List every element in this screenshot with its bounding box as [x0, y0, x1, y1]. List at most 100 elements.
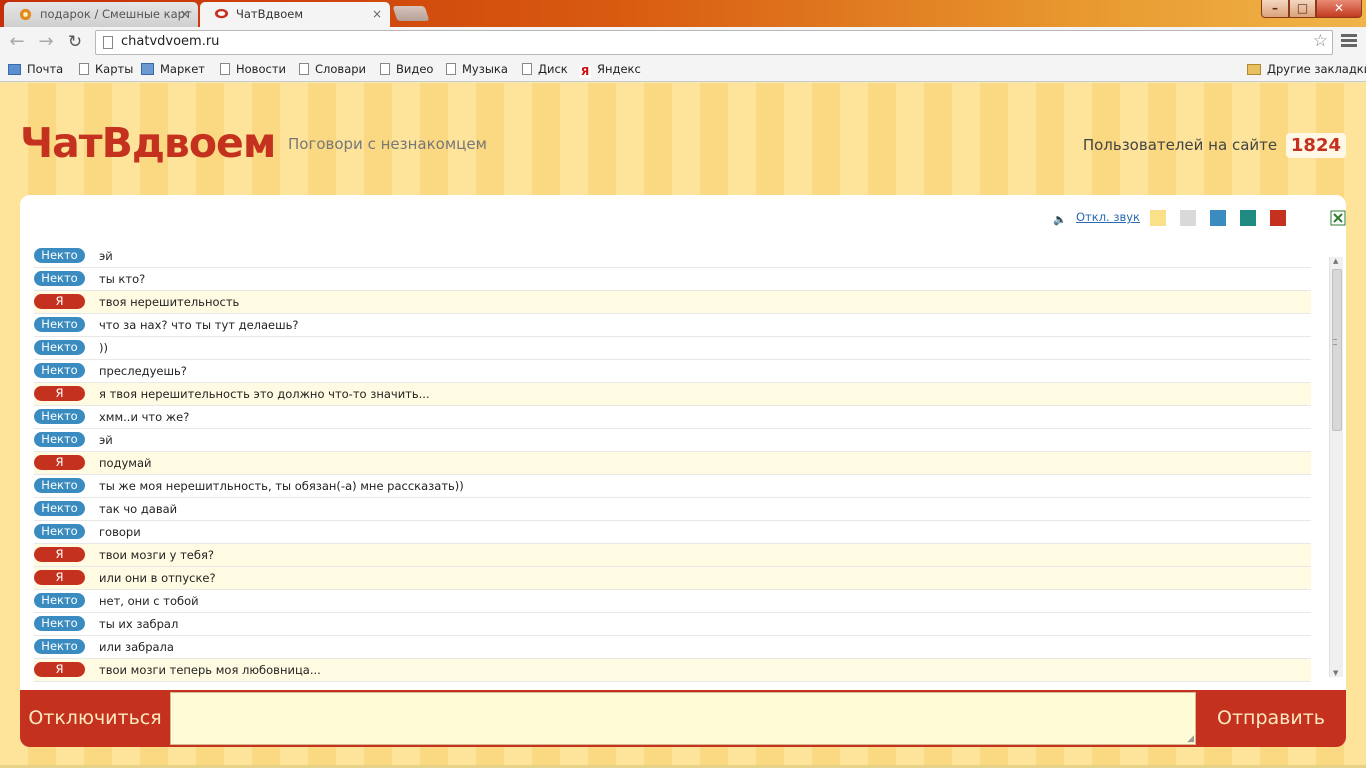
page-icon [103, 36, 113, 49]
message-row: Некто ты кто? [34, 268, 1311, 291]
send-button[interactable]: Отправить [1196, 690, 1346, 747]
stranger-badge: Некто [34, 363, 85, 378]
stranger-badge: Некто [34, 501, 85, 516]
bookmark-dictionaries[interactable]: Словари [299, 62, 366, 76]
me-badge: Я [34, 294, 85, 309]
stranger-badge: Некто [34, 317, 85, 332]
message-text: или забрала [99, 640, 174, 654]
bookmark-other[interactable]: Другие закладки [1247, 62, 1366, 76]
mute-sound-link[interactable]: Откл. звук [1076, 210, 1140, 224]
message-row: Некто ты их забрал [34, 613, 1311, 636]
message-row: Яя твоя нерешительность это должно что-т… [34, 383, 1311, 406]
close-icon: ✕ [1333, 1, 1345, 15]
theme-swatch-yellow[interactable] [1150, 210, 1166, 226]
message-text: или они в отпуске? [99, 571, 216, 585]
scrollbar-thumb[interactable] [1332, 269, 1342, 431]
theme-swatch-teal[interactable] [1240, 210, 1256, 226]
page-icon [446, 63, 456, 75]
site-tagline: Поговори с незнакомцем [288, 135, 487, 153]
message-row: Яили они в отпуске? [34, 567, 1311, 590]
message-input[interactable]: ◢ [170, 692, 1196, 745]
message-text: нет, они с тобой [99, 594, 199, 608]
message-text: подумай [99, 456, 152, 470]
message-text: твои мозги у тебя? [99, 548, 214, 562]
message-row: Некто или забрала [34, 636, 1311, 659]
stranger-badge: Некто [34, 616, 85, 631]
stranger-badge: Некто [34, 524, 85, 539]
chat-scrollbar[interactable]: ▲ ▼ [1329, 257, 1343, 677]
bookmarks-bar: Почта Карты Маркет Новости Словари Видео… [0, 58, 1366, 82]
me-badge: Я [34, 570, 85, 585]
maximize-button[interactable]: □ [1289, 0, 1316, 18]
message-row: Ятвоя нерешительность [34, 291, 1311, 314]
bookmark-maps[interactable]: Карты [79, 62, 133, 76]
address-url[interactable]: chatvdvoem.ru [121, 34, 219, 49]
chat-panel: 🔈 Откл. звук Некто эй Некто ты кто? Ятвоя не… [20, 195, 1346, 747]
mail-icon [8, 64, 21, 75]
bookmark-yandex[interactable]: Я Яндекс [579, 62, 641, 78]
flower-favicon-icon [19, 8, 32, 21]
address-bar[interactable]: chatvdvoem.ru ☆ [95, 30, 1333, 55]
bookmark-market[interactable]: Маркет [141, 62, 205, 76]
me-badge: Я [34, 547, 85, 562]
message-row: Ятвои мозги у тебя? [34, 544, 1311, 567]
message-text: ты их забрал [99, 617, 179, 631]
bookmark-video[interactable]: Видео [380, 62, 433, 76]
stranger-badge: Некто [34, 248, 85, 263]
back-arrow-icon[interactable]: ← [6, 31, 28, 53]
message-text: ты же моя нерешитльность, ты обязан(-а) … [99, 479, 464, 493]
message-text: я твоя нерешительность это должно что-то… [99, 387, 430, 401]
theme-swatch-red[interactable] [1270, 210, 1286, 226]
browser-toolbar: ← → ↻ chatvdvoem.ru ☆ [0, 27, 1366, 58]
resize-handle-icon[interactable]: ◢ [1187, 734, 1194, 744]
disconnect-button[interactable]: Отключиться [20, 690, 170, 747]
site-logo[interactable]: ЧатВдвоем [20, 119, 276, 167]
reload-icon[interactable]: ↻ [64, 31, 86, 53]
tab-chatvdvoem[interactable]: ЧатВдвоем × [200, 2, 390, 27]
forward-arrow-icon[interactable]: → [35, 31, 57, 53]
message-text: так чо давай [99, 502, 178, 516]
stranger-badge: Некто [34, 409, 85, 424]
message-text: преследуешь? [99, 364, 187, 378]
me-badge: Я [34, 662, 85, 677]
scroll-down-icon[interactable]: ▼ [1333, 669, 1338, 677]
me-badge: Я [34, 386, 85, 401]
message-row: Некто преследуешь? [34, 360, 1311, 383]
compose-bar: Отключиться ◢ Отправить [20, 690, 1346, 747]
chrome-menu-icon[interactable] [1341, 34, 1357, 49]
message-text: ты кто? [99, 272, 146, 286]
message-row: Некто)) [34, 337, 1311, 360]
scroll-up-icon[interactable]: ▲ [1333, 257, 1338, 265]
stranger-badge: Некто [34, 271, 85, 286]
excel-export-icon[interactable] [1330, 210, 1346, 226]
theme-swatch-gray[interactable] [1180, 210, 1196, 226]
bookmark-star-icon[interactable]: ☆ [1313, 31, 1328, 51]
bookmark-disk[interactable]: Диск [522, 62, 568, 76]
message-row: Некто нет, они с тобой [34, 590, 1311, 613]
message-text: хмм..и что же? [99, 410, 190, 424]
users-online: Пользователей на сайте 1824 [1083, 133, 1346, 158]
message-text: )) [99, 341, 108, 355]
stranger-badge: Некто [34, 432, 85, 447]
market-icon [141, 63, 154, 75]
message-row: Некто говори [34, 521, 1311, 544]
tab-close-icon[interactable]: × [180, 2, 190, 26]
bookmark-mail[interactable]: Почта [8, 62, 63, 76]
minimize-button[interactable]: – [1261, 0, 1289, 18]
new-tab-button[interactable] [392, 6, 430, 21]
message-row: Некто эй [34, 245, 1311, 268]
close-window-button[interactable]: ✕ [1316, 0, 1362, 18]
bookmark-news[interactable]: Новости [220, 62, 286, 76]
bookmark-music[interactable]: Музыка [446, 62, 508, 76]
users-online-label: Пользователей на сайте [1082, 136, 1278, 154]
theme-swatch-blue[interactable] [1210, 210, 1226, 226]
folder-icon [1247, 64, 1261, 75]
tab-strip: подарок / Смешные карт × ЧатВдвоем × – □… [0, 0, 1366, 27]
stranger-badge: Некто [34, 340, 85, 355]
speaker-icon[interactable]: 🔈 [1053, 213, 1069, 226]
tab-close-icon[interactable]: × [372, 2, 382, 26]
tab-title: ЧатВдвоем [236, 7, 304, 21]
tab-podarok[interactable]: подарок / Смешные карт × [4, 2, 198, 27]
message-text: твоя нерешительность [99, 295, 240, 309]
message-list: Некто эй Некто ты кто? Ятвоя нерешительность… [34, 245, 1311, 682]
